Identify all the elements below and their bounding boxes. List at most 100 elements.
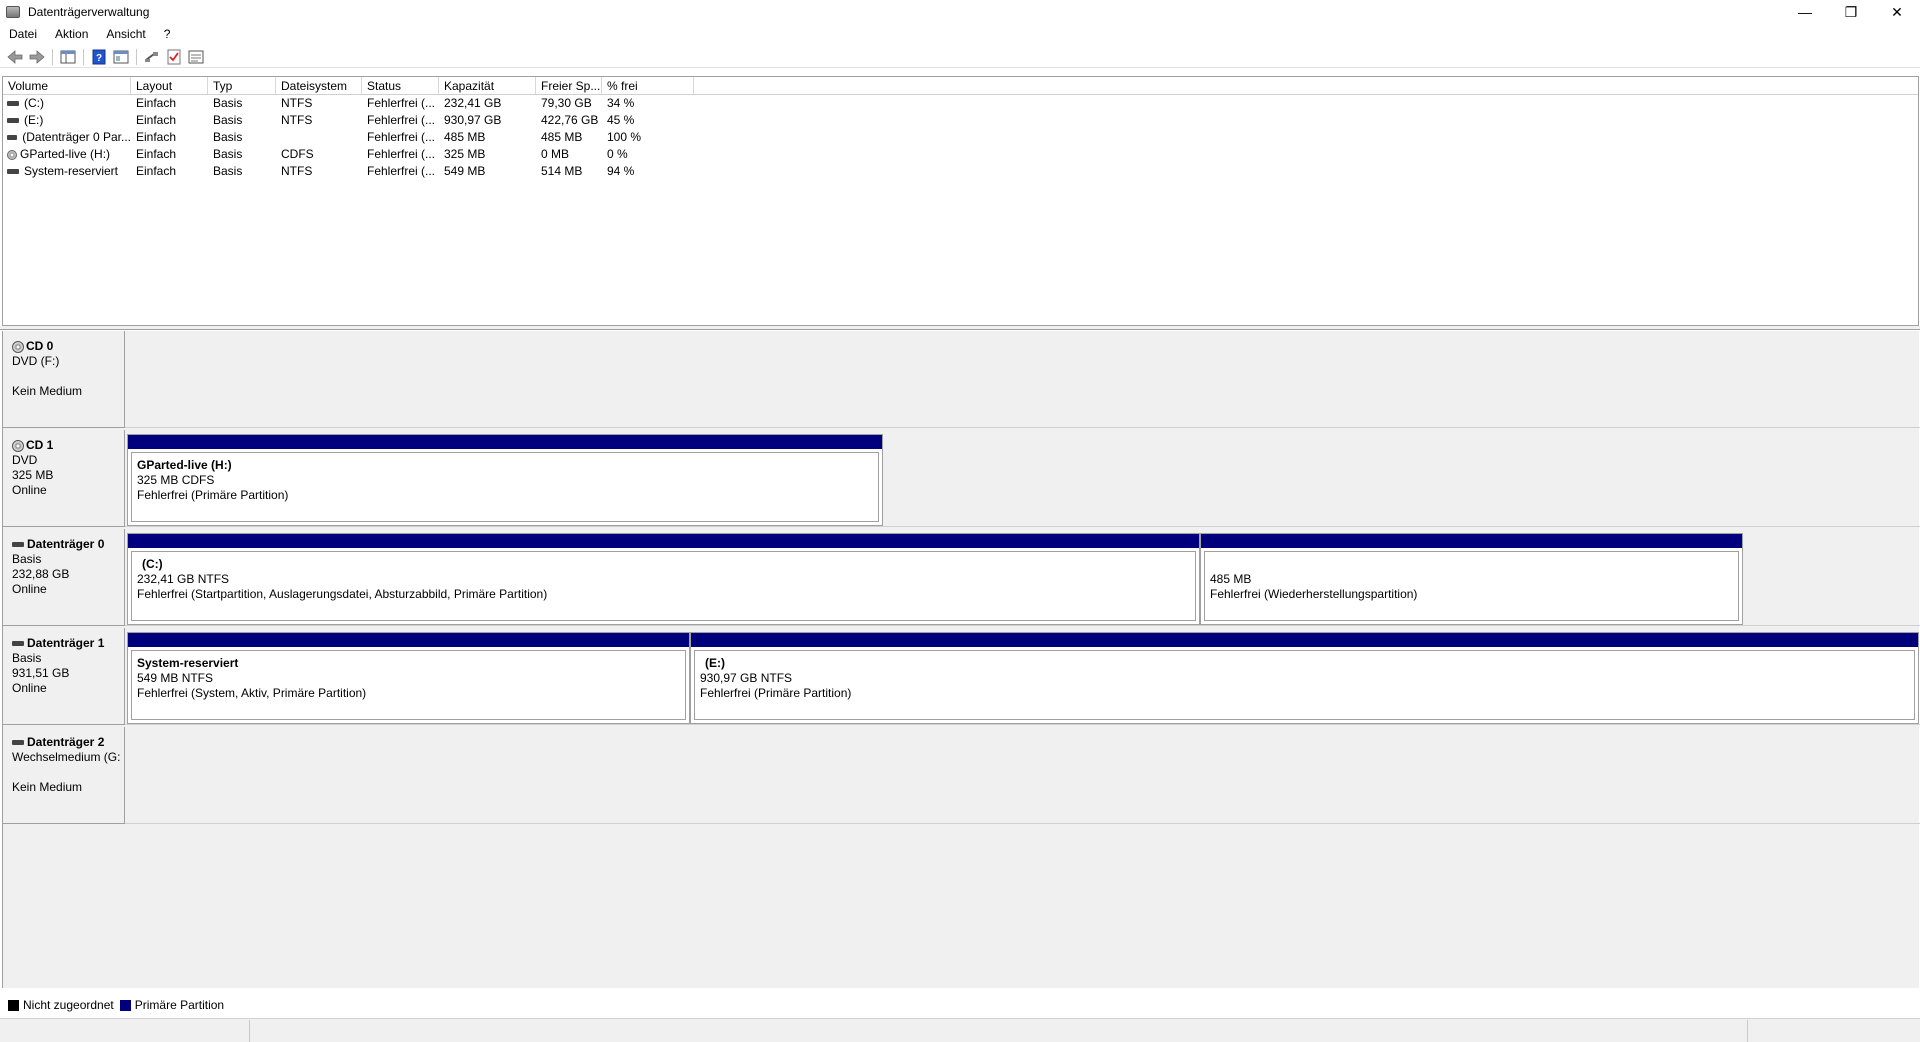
back-arrow-icon[interactable]	[4, 47, 26, 67]
column-header-filesystem[interactable]: Dateisystem	[276, 77, 362, 94]
table-row[interactable]: GParted-live (H:) Einfach Basis CDFS Feh…	[3, 146, 1918, 163]
settings-list-icon[interactable]	[185, 47, 207, 67]
disk-size: 931,51 GB	[12, 666, 70, 680]
status-bar	[0, 1018, 1920, 1042]
disk-size: 232,88 GB	[12, 567, 70, 581]
restore-button[interactable]: ❐	[1828, 0, 1874, 24]
percent-free-cell: 100 %	[607, 130, 642, 144]
primary-partition-bar	[691, 633, 1918, 647]
disk-name: CD 0	[26, 339, 54, 353]
disk-icon	[12, 542, 24, 547]
filesystem-cell: NTFS	[281, 164, 313, 178]
disk-label-disk2[interactable]: Datenträger 2 Wechselmedium (G: Kein Med…	[3, 727, 125, 824]
column-header-type[interactable]: Typ	[208, 77, 276, 94]
partition-e[interactable]: (E:) 930,97 GB NTFS Fehlerfrei (Primäre …	[690, 632, 1919, 724]
free-space-cell: 79,30 GB	[541, 96, 592, 110]
partition-size: 232,41 GB NTFS	[137, 572, 230, 586]
disk-label-disk1[interactable]: Datenträger 1 Basis 931,51 GB Online	[3, 628, 125, 725]
primary-partition-bar	[128, 435, 882, 449]
status-cell	[250, 1020, 1748, 1042]
disk-map-pane: CD 0 DVD (F:) Kein Medium CD 1 DVD 325 M…	[2, 331, 1920, 988]
type-cell: Basis	[213, 113, 243, 127]
disk-status: Kein Medium	[12, 384, 83, 398]
column-header-percent-free[interactable]: % frei	[602, 77, 694, 94]
disk-row-disk2: Datenträger 2 Wechselmedium (G: Kein Med…	[3, 727, 1920, 824]
drive-icon	[7, 169, 19, 174]
disk-info: Wechselmedium (G:	[12, 750, 121, 764]
unallocated-swatch	[8, 999, 19, 1011]
partition-title: (E:)	[705, 656, 725, 670]
disk-status: Kein Medium	[12, 780, 83, 794]
table-row[interactable]: (C:) Einfach Basis NTFS Fehlerfrei (... …	[3, 95, 1918, 112]
volume-name: (E:)	[24, 113, 44, 127]
partition-title: (C:)	[142, 557, 163, 571]
percent-free-cell: 0 %	[607, 147, 628, 161]
status-cell: Fehlerfrei (...	[367, 96, 436, 110]
free-space-cell: 0 MB	[541, 147, 570, 161]
disk-label-disk0[interactable]: Datenträger 0 Basis 232,88 GB Online	[3, 529, 125, 626]
disk-label-cd0[interactable]: CD 0 DVD (F:) Kein Medium	[3, 331, 125, 428]
legend-unallocated: Nicht zugeordnet	[23, 998, 114, 1012]
check-icon[interactable]	[163, 47, 185, 67]
partition-title: GParted-live (H:)	[137, 458, 232, 472]
partition-recovery[interactable]: 485 MB Fehlerfrei (Wiederherstellungspar…	[1200, 533, 1743, 625]
partition-status: Fehlerfrei (System, Aktiv, Primäre Parti…	[137, 686, 367, 700]
close-button[interactable]: ✕	[1874, 0, 1920, 24]
partition-size: 549 MB NTFS	[137, 671, 214, 685]
volume-list[interactable]: Volume Layout Typ Dateisystem Status Kap…	[2, 76, 1919, 326]
status-cell: Fehlerfrei (...	[367, 164, 436, 178]
table-row[interactable]: (Datenträger 0 Par... Einfach Basis Fehl…	[3, 129, 1918, 146]
partition-status: Fehlerfrei (Wiederherstellungspartition)	[1210, 587, 1418, 601]
disk-status: Online	[12, 582, 47, 596]
partition-status: Fehlerfrei (Primäre Partition)	[137, 488, 289, 502]
disk-size: 325 MB	[12, 468, 54, 482]
console-tree-icon[interactable]	[57, 47, 79, 67]
capacity-cell: 930,97 GB	[444, 113, 502, 127]
partition-status: Fehlerfrei (Primäre Partition)	[700, 686, 852, 700]
table-row[interactable]: System-reserviert Einfach Basis NTFS Feh…	[3, 163, 1918, 180]
partition-gparted-live[interactable]: GParted-live (H:) 325 MB CDFS Fehlerfrei…	[127, 434, 883, 526]
properties-icon[interactable]	[110, 47, 132, 67]
partition-title	[1210, 557, 1738, 572]
legend-primary-partition: Primäre Partition	[134, 998, 225, 1012]
free-space-cell: 485 MB	[541, 130, 583, 144]
layout-cell: Einfach	[136, 96, 177, 110]
column-header-status[interactable]: Status	[362, 77, 439, 94]
title-bar: Datenträgerverwaltung — ❐ ✕	[0, 0, 1920, 24]
cd-icon	[12, 340, 24, 353]
free-space-cell: 422,76 GB	[541, 113, 599, 127]
column-header-layout[interactable]: Layout	[131, 77, 208, 94]
type-cell: Basis	[213, 164, 243, 178]
layout-cell: Einfach	[136, 147, 177, 161]
toolbar-separator	[83, 48, 84, 65]
disk-type: Basis	[12, 552, 42, 566]
partition-size: 325 MB CDFS	[137, 473, 215, 487]
cd-icon	[7, 149, 17, 160]
layout-cell: Einfach	[136, 130, 177, 144]
filesystem-cell: NTFS	[281, 96, 313, 110]
connect-icon[interactable]	[141, 47, 163, 67]
table-row[interactable]: (E:) Einfach Basis NTFS Fehlerfrei (... …	[3, 112, 1918, 129]
partition-system-reserved[interactable]: System-reserviert 549 MB NTFS Fehlerfrei…	[127, 632, 690, 724]
menu-ansicht[interactable]: Ansicht	[97, 24, 154, 44]
column-header-capacity[interactable]: Kapazität	[439, 77, 536, 94]
column-header-free-space[interactable]: Freier Sp...	[536, 77, 602, 94]
minimize-button[interactable]: —	[1782, 0, 1828, 24]
filesystem-cell	[276, 129, 362, 146]
column-header-volume[interactable]: Volume	[3, 77, 131, 94]
help-icon[interactable]: ?	[88, 47, 110, 67]
menu-datei[interactable]: Datei	[0, 24, 46, 44]
partition-c[interactable]: (C:) 232,41 GB NTFS Fehlerfrei (Startpar…	[127, 533, 1200, 625]
type-cell: Basis	[213, 130, 243, 144]
filesystem-cell: CDFS	[281, 147, 314, 161]
status-cell	[0, 1020, 250, 1042]
disk-label-cd1[interactable]: CD 1 DVD 325 MB Online	[3, 430, 125, 527]
list-header: Volume Layout Typ Dateisystem Status Kap…	[3, 77, 1918, 95]
percent-free-cell: 34 %	[607, 96, 635, 110]
disk-name: Datenträger 0	[27, 537, 105, 551]
menu-aktion[interactable]: Aktion	[46, 24, 97, 44]
menu-help[interactable]: ?	[155, 24, 180, 44]
pane-splitter[interactable]	[0, 326, 1920, 330]
volume-name: (Datenträger 0 Par...	[22, 130, 131, 144]
forward-arrow-icon[interactable]	[26, 47, 48, 67]
